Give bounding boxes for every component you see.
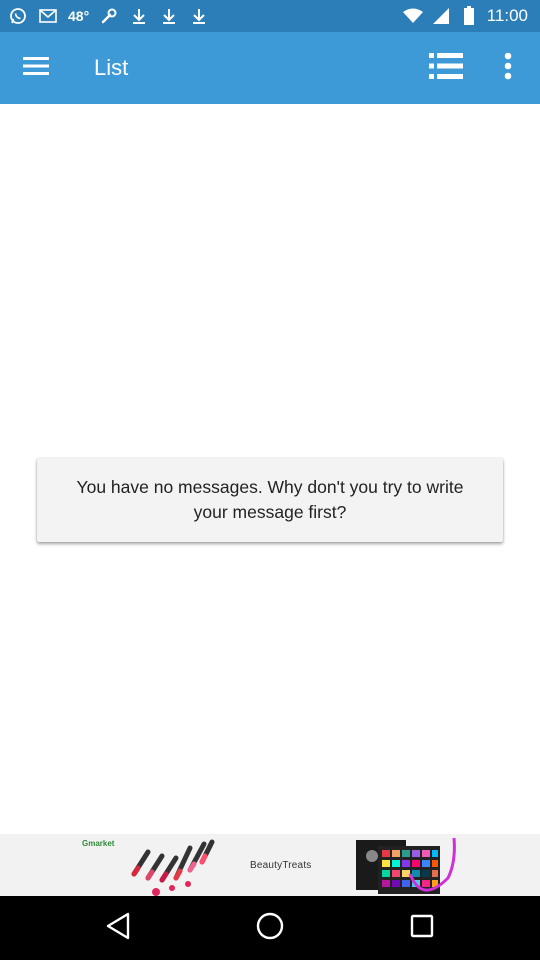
screen: 48° 11:00 List You have no messages. Why… — [0, 0, 540, 960]
ad-brand-text: Gmarket — [82, 839, 115, 848]
hamburger-menu-icon — [23, 56, 49, 80]
ad-logo-text: BeautyTreats — [250, 860, 312, 871]
eyeshadow-palette-image — [356, 837, 456, 894]
page-title: List — [94, 55, 129, 80]
download-icon — [189, 6, 209, 26]
empty-messages-text: You have no messages. Why don't you try … — [76, 477, 464, 522]
wifi-icon — [402, 6, 423, 26]
status-system: 11:00 — [402, 0, 528, 32]
overflow-menu-button[interactable] — [486, 44, 530, 92]
temperature-text: 48° — [68, 8, 90, 24]
status-bar: 48° 11:00 — [0, 0, 540, 32]
status-notifications: 48° — [8, 0, 209, 32]
recents-square-icon — [410, 914, 434, 943]
wrench-icon — [99, 6, 119, 26]
hamburger-menu-button[interactable] — [12, 44, 60, 92]
lipstick-pens-image — [131, 839, 215, 896]
list-view-icon — [429, 52, 463, 84]
email-icon — [38, 6, 58, 26]
more-vertical-icon — [504, 52, 512, 85]
download-icon — [129, 6, 149, 26]
back-button[interactable] — [98, 908, 138, 948]
back-triangle-icon — [105, 912, 131, 945]
home-button[interactable] — [250, 908, 290, 948]
clock-text: 11:00 — [486, 6, 528, 25]
system-nav-bar — [0, 896, 540, 960]
home-circle-icon — [256, 912, 284, 945]
whatsapp-icon — [8, 6, 28, 26]
recents-button[interactable] — [402, 908, 442, 948]
empty-messages-card: You have no messages. Why don't you try … — [37, 458, 503, 542]
list-view-button[interactable] — [422, 44, 470, 92]
signal-icon — [431, 6, 451, 26]
app-bar: List — [0, 32, 540, 104]
battery-icon — [459, 6, 479, 26]
download-icon — [159, 6, 179, 26]
ad-banner[interactable]: Gmarket BeautyTreats — [0, 834, 540, 896]
